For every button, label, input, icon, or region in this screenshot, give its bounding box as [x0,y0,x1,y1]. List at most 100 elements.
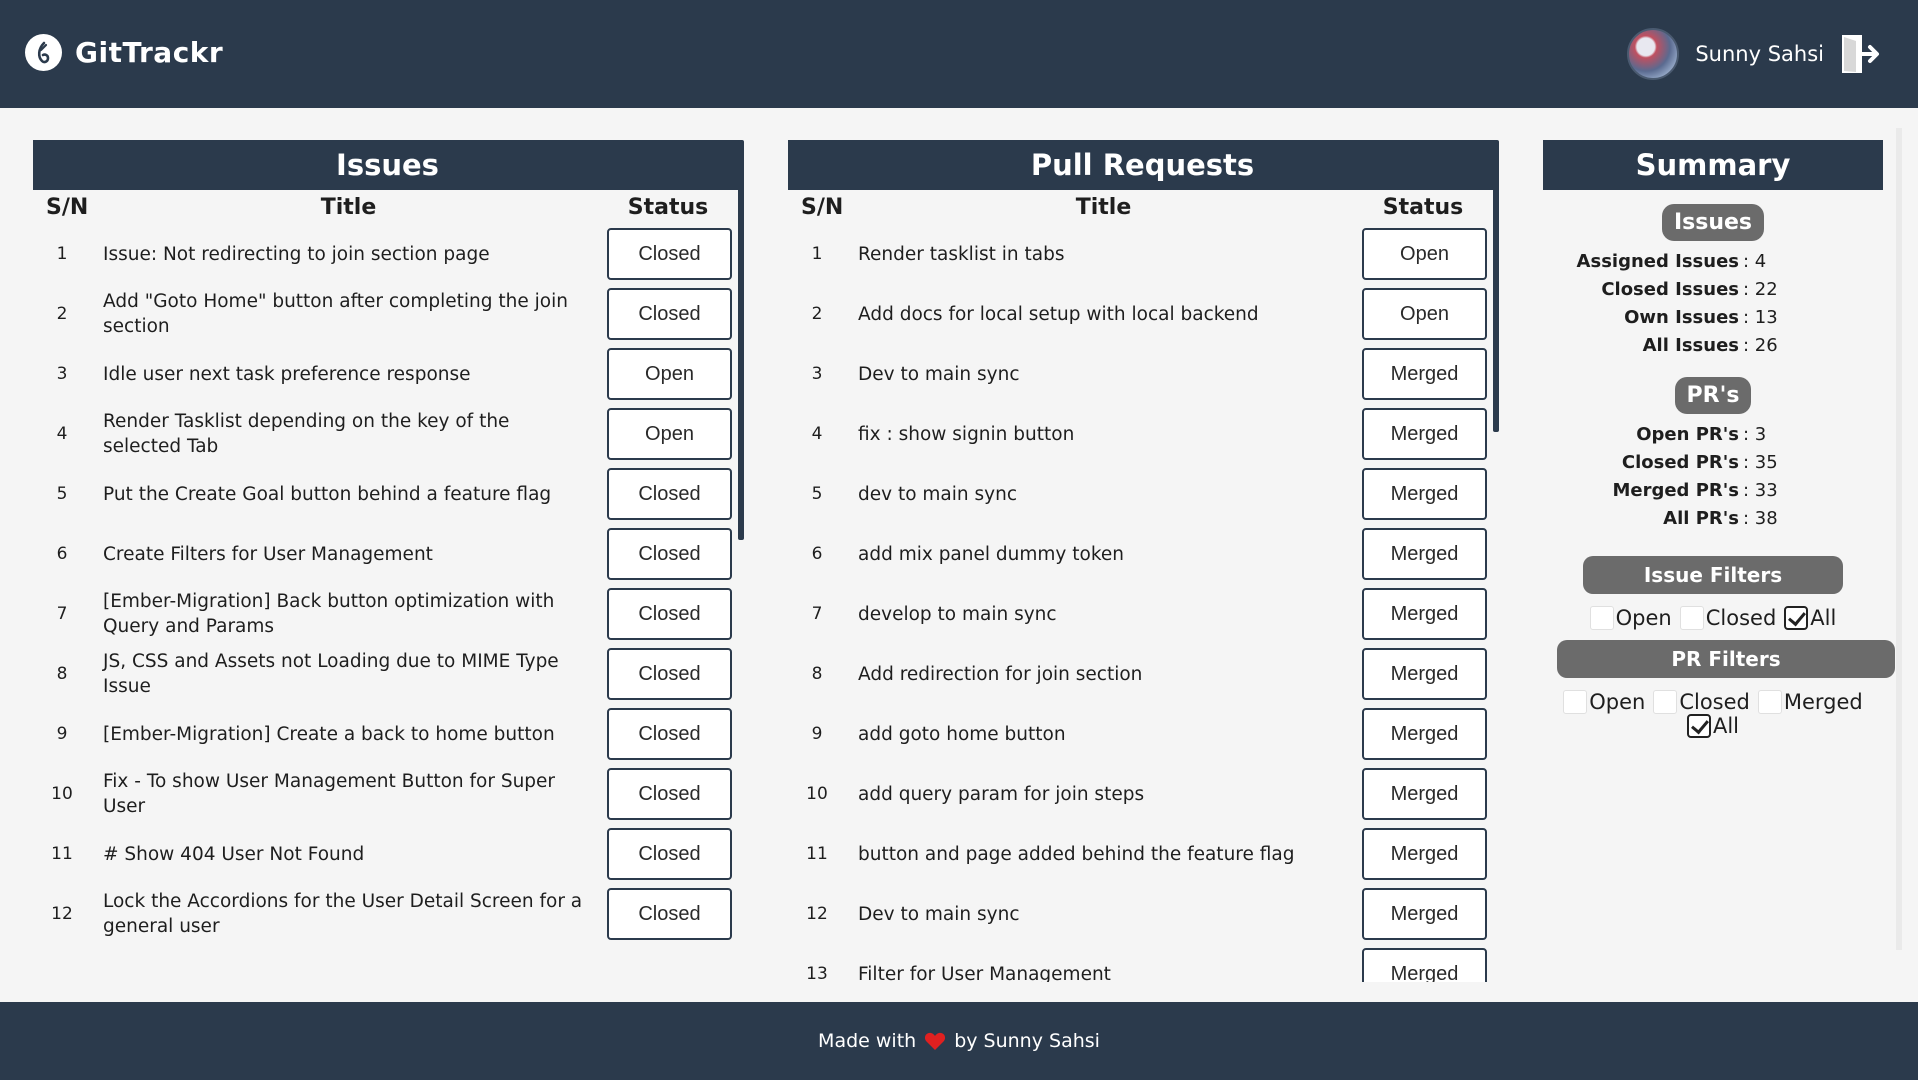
status-button[interactable]: Closed [607,888,732,940]
issue-row: 5 Put the Create Goal button behind a fea… [33,464,742,524]
issue-filter-all[interactable]: All [1784,606,1836,630]
pr-filters-header: PR Filters [1557,640,1895,678]
issue-filter-closed[interactable]: Closed [1679,606,1776,630]
status-button[interactable]: Closed [607,288,732,340]
column-sn: S/N [46,194,89,220]
row-title: [Ember-Migration] Back button optimizati… [103,591,555,637]
status-button[interactable]: Merged [1362,588,1487,640]
checkbox-closed[interactable] [1653,690,1678,714]
status-button[interactable]: Open [1362,228,1487,280]
row-sn: 10 [806,784,828,804]
pull-requests-list: 1 Render tasklist in tabs Open 2 Add docs fo… [788,224,1497,982]
row-sn: 5 [811,484,823,504]
pr-filter-all[interactable]: All [1686,714,1739,738]
status-button[interactable]: Open [1362,288,1487,340]
row-sn: 6 [811,544,823,564]
row-sn: 1 [56,244,68,264]
footer: Made with by Sunny Sahsi [0,1002,1918,1080]
pull-request-row: 10 add query param for join steps Merged [788,764,1497,824]
status-button[interactable]: Closed [607,588,732,640]
stat-all-issues: All Issues: 26 [1642,334,1778,356]
summary-title: Summary [1543,140,1883,190]
row-title: add query param for join steps [858,783,1145,805]
pull-request-row: 12 Dev to main sync Merged [788,884,1497,944]
checkbox-open[interactable] [1563,690,1588,714]
status-button[interactable]: Merged [1362,648,1487,700]
row-sn: 4 [811,424,823,444]
status-button[interactable]: Closed [607,828,732,880]
pr-filter-closed[interactable]: Closed [1653,690,1750,714]
checkbox-all[interactable] [1784,606,1809,630]
summary-panel: Summary Issues Assigned Issues: 4 Closed… [1543,140,1895,738]
issue-row: 10 Fix - To show User Management Button f… [33,764,742,824]
status-button[interactable]: Merged [1362,828,1487,880]
issue-row: 8 JS, CSS and Assets not Loading due to M… [33,644,742,704]
status-button[interactable]: Closed [607,648,732,700]
row-sn: 9 [811,724,823,744]
user-avatar[interactable] [1627,28,1680,80]
checkbox-closed[interactable] [1679,606,1704,630]
pr-filter-open[interactable]: Open [1563,690,1645,714]
row-sn: 9 [56,724,68,744]
status-button[interactable]: Closed [607,768,732,820]
stat-open-prs: Open PR's: 3 [1636,423,1767,445]
row-title: button and page added behind the feature… [858,843,1295,865]
status-button[interactable]: Merged [1362,948,1487,982]
issues-scrollbar[interactable] [738,140,744,540]
status-button[interactable]: Open [607,408,732,460]
status-button[interactable]: Closed [607,708,732,760]
row-title: Add redirection for join section [858,663,1143,685]
checkbox-open[interactable] [1589,606,1614,630]
status-button[interactable]: Closed [607,528,732,580]
status-button[interactable]: Open [607,348,732,400]
row-title: Idle user next task preference response [103,363,471,385]
row-sn: 12 [806,904,828,924]
status-button[interactable]: Closed [607,228,732,280]
row-title: Create Filters for User Management [103,543,433,565]
issues-column-headers: S/N Title Status [33,190,742,224]
status-button[interactable]: Closed [607,468,732,520]
row-sn: 7 [56,604,68,624]
brand[interactable]: GitTrackr [25,34,223,71]
issue-filters: Open Closed All [1543,606,1883,630]
stat-closed-prs: Closed PR's: 35 [1621,451,1778,473]
pull-requests-scrollbar[interactable] [1493,140,1499,432]
row-sn: 11 [51,844,73,864]
page-scrollbar[interactable] [1896,128,1902,950]
status-button[interactable]: Merged [1362,528,1487,580]
status-button[interactable]: Merged [1362,408,1487,460]
row-sn: 1 [811,244,823,264]
issue-filter-open[interactable]: Open [1589,606,1672,630]
row-title: Issue: Not redirecting to join section p… [103,243,490,265]
pull-request-row: 5 dev to main sync Merged [788,464,1497,524]
status-button[interactable]: Merged [1362,348,1487,400]
status-button[interactable]: Merged [1362,888,1487,940]
issue-row: 11 # Show 404 User Not Found Closed [33,824,742,884]
stat-all-prs: All PR's: 38 [1663,507,1778,529]
status-button[interactable]: Merged [1362,468,1487,520]
row-sn: 6 [56,544,68,564]
row-title: JS, CSS and Assets not Loading due to MI… [103,651,559,697]
issues-pill: Issues [1661,204,1765,241]
issue-row: 12 Lock the Accordions for the User Detai… [33,884,742,944]
issue-row: 3 Idle user next task preference response… [33,344,742,404]
git-logo-icon [25,34,62,71]
status-button[interactable]: Merged [1362,708,1487,760]
row-title: Render tasklist in tabs [858,243,1065,265]
stat-own-issues: Own Issues: 13 [1624,306,1778,328]
column-status: Status [1382,194,1464,220]
pr-stats: Open PR's: 3 Closed PR's: 35 Merged PR's… [1543,420,1883,532]
checkbox-all[interactable] [1686,714,1711,738]
status-button[interactable]: Merged [1362,768,1487,820]
row-title: [Ember-Migration] Create a back to home … [103,723,555,745]
row-sn: 2 [811,304,823,324]
checkbox-merged[interactable] [1757,690,1782,714]
row-title: # Show 404 User Not Found [103,843,365,865]
logout-icon[interactable] [1840,32,1880,76]
pull-request-row: 1 Render tasklist in tabs Open [788,224,1497,284]
pull-request-row: 13 Filter for User Management Merged [788,944,1497,982]
pr-filter-merged[interactable]: Merged [1757,690,1863,714]
pull-request-row: 11 button and page added behind the featu… [788,824,1497,884]
pull-request-row: 8 Add redirection for join section Merged [788,644,1497,704]
brand-name: GitTrackr [75,36,224,69]
